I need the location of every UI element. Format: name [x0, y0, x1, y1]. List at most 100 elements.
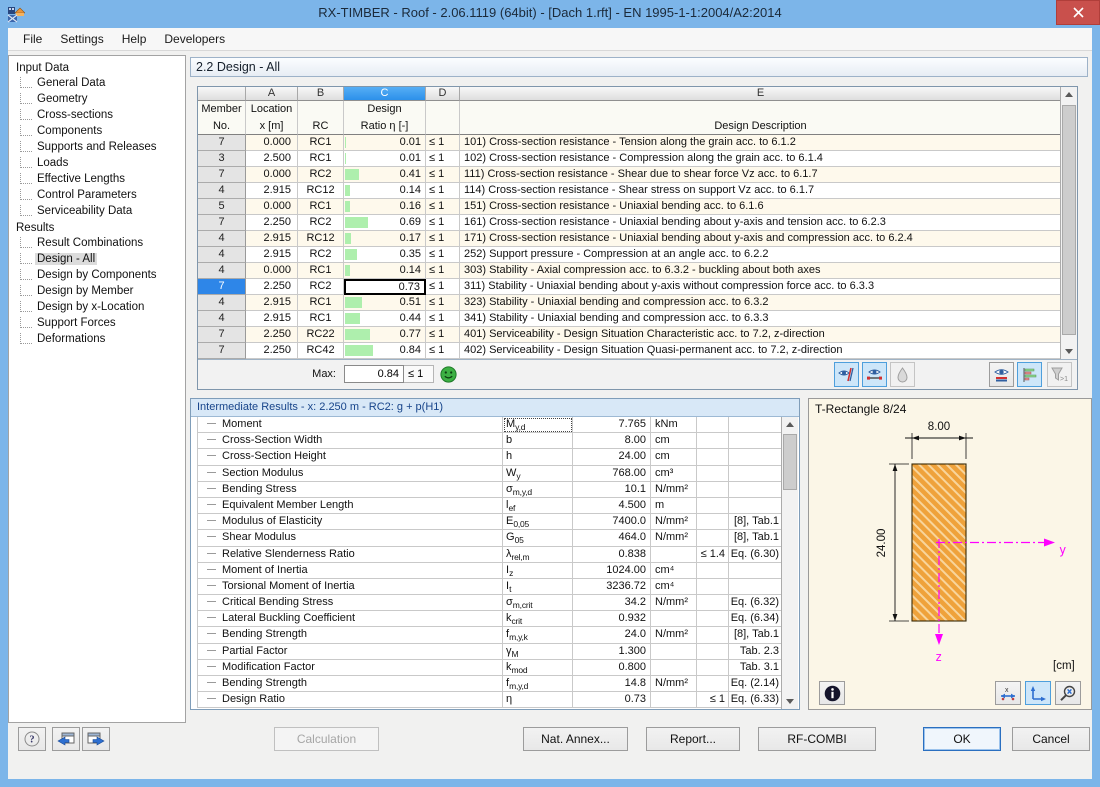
- design-row[interactable]: 72.250RC420.84≤ 1402) Serviceability - D…: [198, 343, 1062, 359]
- help-button[interactable]: ?: [18, 727, 46, 751]
- scroll-down-icon[interactable]: [1061, 344, 1077, 359]
- symbol-cell[interactable]: σm,y,d: [503, 482, 573, 498]
- symbol-cell[interactable]: σm,crit: [503, 595, 573, 611]
- column-letter-e[interactable]: E: [460, 87, 1062, 101]
- menu-developers[interactable]: Developers: [155, 30, 234, 48]
- intermediate-row[interactable]: Modulus of ElasticityE0,057400.0N/mm²[8]…: [197, 514, 783, 530]
- sidebar-item-design-by-x-location[interactable]: Design by x-Location: [9, 301, 185, 317]
- intermediate-row[interactable]: Equivalent Member Lengthlef4.500m: [197, 498, 783, 514]
- design-row[interactable]: 42.915RC10.51≤ 1323) Stability - Uniaxia…: [198, 295, 1062, 311]
- ratio-cell[interactable]: 0.16: [344, 199, 426, 215]
- show-member-view-button[interactable]: [862, 362, 887, 387]
- design-row[interactable]: 40.000RC10.14≤ 1303) Stability - Axial c…: [198, 263, 1062, 279]
- sidebar-item-components[interactable]: Components: [9, 125, 185, 141]
- symbol-cell[interactable]: It: [503, 579, 573, 595]
- close-button[interactable]: [1056, 0, 1100, 25]
- member-cell[interactable]: 4: [198, 311, 246, 327]
- ratio-cell[interactable]: 0.17: [344, 231, 426, 247]
- intermediate-row[interactable]: Design Ratioη0.73≤ 1Eq. (6.33): [197, 692, 783, 708]
- symbol-cell[interactable]: fm,y,d: [503, 676, 573, 692]
- member-cell[interactable]: 4: [198, 295, 246, 311]
- intermediate-row[interactable]: Shear ModulusG05464.0N/mm²[8], Tab.1: [197, 530, 783, 546]
- design-row[interactable]: 72.250RC20.73≤ 1311) Stability - Uniaxia…: [198, 279, 1062, 295]
- dimension-lines-button[interactable]: x: [995, 681, 1021, 705]
- intermediate-row[interactable]: Critical Bending Stressσm,crit34.2N/mm²E…: [197, 595, 783, 611]
- sidebar-item-support-forces[interactable]: Support Forces: [9, 317, 185, 333]
- intermediate-row[interactable]: Bending Strengthfm,y,d14.8N/mm²Eq. (2.14…: [197, 676, 783, 692]
- member-cell[interactable]: 4: [198, 231, 246, 247]
- sidebar-item-general-data[interactable]: General Data: [9, 77, 185, 93]
- cancel-button[interactable]: Cancel: [1012, 727, 1090, 751]
- symbol-cell[interactable]: lef: [503, 498, 573, 514]
- member-cell[interactable]: 7: [198, 167, 246, 183]
- ratio-cell[interactable]: 0.14: [344, 183, 426, 199]
- ratio-cell[interactable]: 0.01: [344, 135, 426, 151]
- show-colored-results-button[interactable]: [989, 362, 1014, 387]
- column-letter-c-selected[interactable]: C: [344, 87, 426, 101]
- nat-annex-button[interactable]: Nat. Annex...: [523, 727, 628, 751]
- sidebar-item-loads[interactable]: Loads: [9, 157, 185, 173]
- menu-help[interactable]: Help: [113, 30, 156, 48]
- sidebar-item-deformations[interactable]: Deformations: [9, 333, 185, 349]
- symbol-cell[interactable]: E0,05: [503, 514, 573, 530]
- design-row[interactable]: 32.500RC10.01≤ 1102) Cross-section resis…: [198, 151, 1062, 167]
- menu-settings[interactable]: Settings: [51, 30, 112, 48]
- sidebar-item-design-all[interactable]: Design - All: [9, 253, 185, 269]
- show-design-on-members-button[interactable]: [834, 362, 859, 387]
- ratio-cell[interactable]: 0.14: [344, 263, 426, 279]
- intermediate-row[interactable]: MomentMy,d7.765kNm: [197, 417, 783, 433]
- intermediate-row[interactable]: Modification Factorkmod0.800Tab. 3.1: [197, 660, 783, 676]
- column-letter-blank[interactable]: [198, 87, 246, 101]
- sidebar-item-result-combinations[interactable]: Result Combinations: [9, 237, 185, 253]
- scrollbar-thumb[interactable]: [783, 434, 797, 490]
- intermediate-row[interactable]: Partial FactorγM1.300Tab. 2.3: [197, 644, 783, 660]
- ratio-cell[interactable]: 0.35: [344, 247, 426, 263]
- sidebar-item-design-by-member[interactable]: Design by Member: [9, 285, 185, 301]
- ratio-cell[interactable]: 0.69: [344, 215, 426, 231]
- member-cell[interactable]: 7: [198, 279, 246, 295]
- info-button[interactable]: [819, 681, 845, 705]
- intermediate-row[interactable]: Cross-Section Widthb8.00cm: [197, 433, 783, 449]
- member-cell[interactable]: 7: [198, 135, 246, 151]
- scrollbar-thumb[interactable]: [1062, 105, 1076, 335]
- symbol-cell[interactable]: kcrit: [503, 611, 573, 627]
- intermediate-row[interactable]: Relative Slenderness Ratioλrel,m0.838≤ 1…: [197, 547, 783, 563]
- calculation-button[interactable]: Calculation: [274, 727, 379, 751]
- column-letter-b[interactable]: B: [298, 87, 344, 101]
- symbol-cell[interactable]: b: [503, 433, 573, 449]
- design-row[interactable]: 50.000RC10.16≤ 1151) Cross-section resis…: [198, 199, 1062, 215]
- intermediate-row[interactable]: Bending Strengthfm,y,k24.0N/mm²[8], Tab.…: [197, 627, 783, 643]
- sidebar-item-control-parameters[interactable]: Control Parameters: [9, 189, 185, 205]
- color-scale-button[interactable]: [890, 362, 915, 387]
- member-cell[interactable]: 5: [198, 199, 246, 215]
- sidebar-item-serviceability-data[interactable]: Serviceability Data: [9, 205, 185, 221]
- intermediate-row[interactable]: Cross-Section Heighth24.00cm: [197, 449, 783, 465]
- menu-file[interactable]: File: [14, 30, 51, 48]
- member-cell[interactable]: 3: [198, 151, 246, 167]
- sidebar-item-geometry[interactable]: Geometry: [9, 93, 185, 109]
- symbol-cell[interactable]: fm,y,k: [503, 627, 573, 643]
- member-cell[interactable]: 7: [198, 343, 246, 359]
- design-row[interactable]: 72.250RC220.77≤ 1401) Serviceability - D…: [198, 327, 1062, 343]
- column-letter-d[interactable]: D: [426, 87, 460, 101]
- design-row[interactable]: 72.250RC20.69≤ 1161) Cross-section resis…: [198, 215, 1062, 231]
- symbol-cell[interactable]: λrel,m: [503, 547, 573, 563]
- sidebar-item-cross-sections[interactable]: Cross-sections: [9, 109, 185, 125]
- design-row[interactable]: 70.000RC20.41≤ 1111) Cross-section resis…: [198, 167, 1062, 183]
- symbol-cell[interactable]: G05: [503, 530, 573, 546]
- symbol-cell[interactable]: h: [503, 449, 573, 465]
- ok-button[interactable]: OK: [923, 727, 1001, 751]
- scroll-up-icon[interactable]: [1061, 87, 1077, 102]
- axes-toggle-button[interactable]: [1025, 681, 1051, 705]
- design-row[interactable]: 42.915RC120.17≤ 1171) Cross-section resi…: [198, 231, 1062, 247]
- rf-combi-button[interactable]: RF-COMBI: [758, 727, 876, 751]
- previous-window-button[interactable]: [52, 727, 80, 751]
- symbol-cell[interactable]: My,d: [503, 417, 573, 433]
- intermediate-row[interactable]: Section ModulusWy768.00cm³: [197, 466, 783, 482]
- design-row[interactable]: 42.915RC120.14≤ 1114) Cross-section resi…: [198, 183, 1062, 199]
- ratio-cell[interactable]: 0.77: [344, 327, 426, 343]
- sidebar-item-design-by-components[interactable]: Design by Components: [9, 269, 185, 285]
- column-letter-a[interactable]: A: [246, 87, 298, 101]
- intermediate-scrollbar[interactable]: [781, 417, 798, 709]
- zoom-cross-section-button[interactable]: [1055, 681, 1081, 705]
